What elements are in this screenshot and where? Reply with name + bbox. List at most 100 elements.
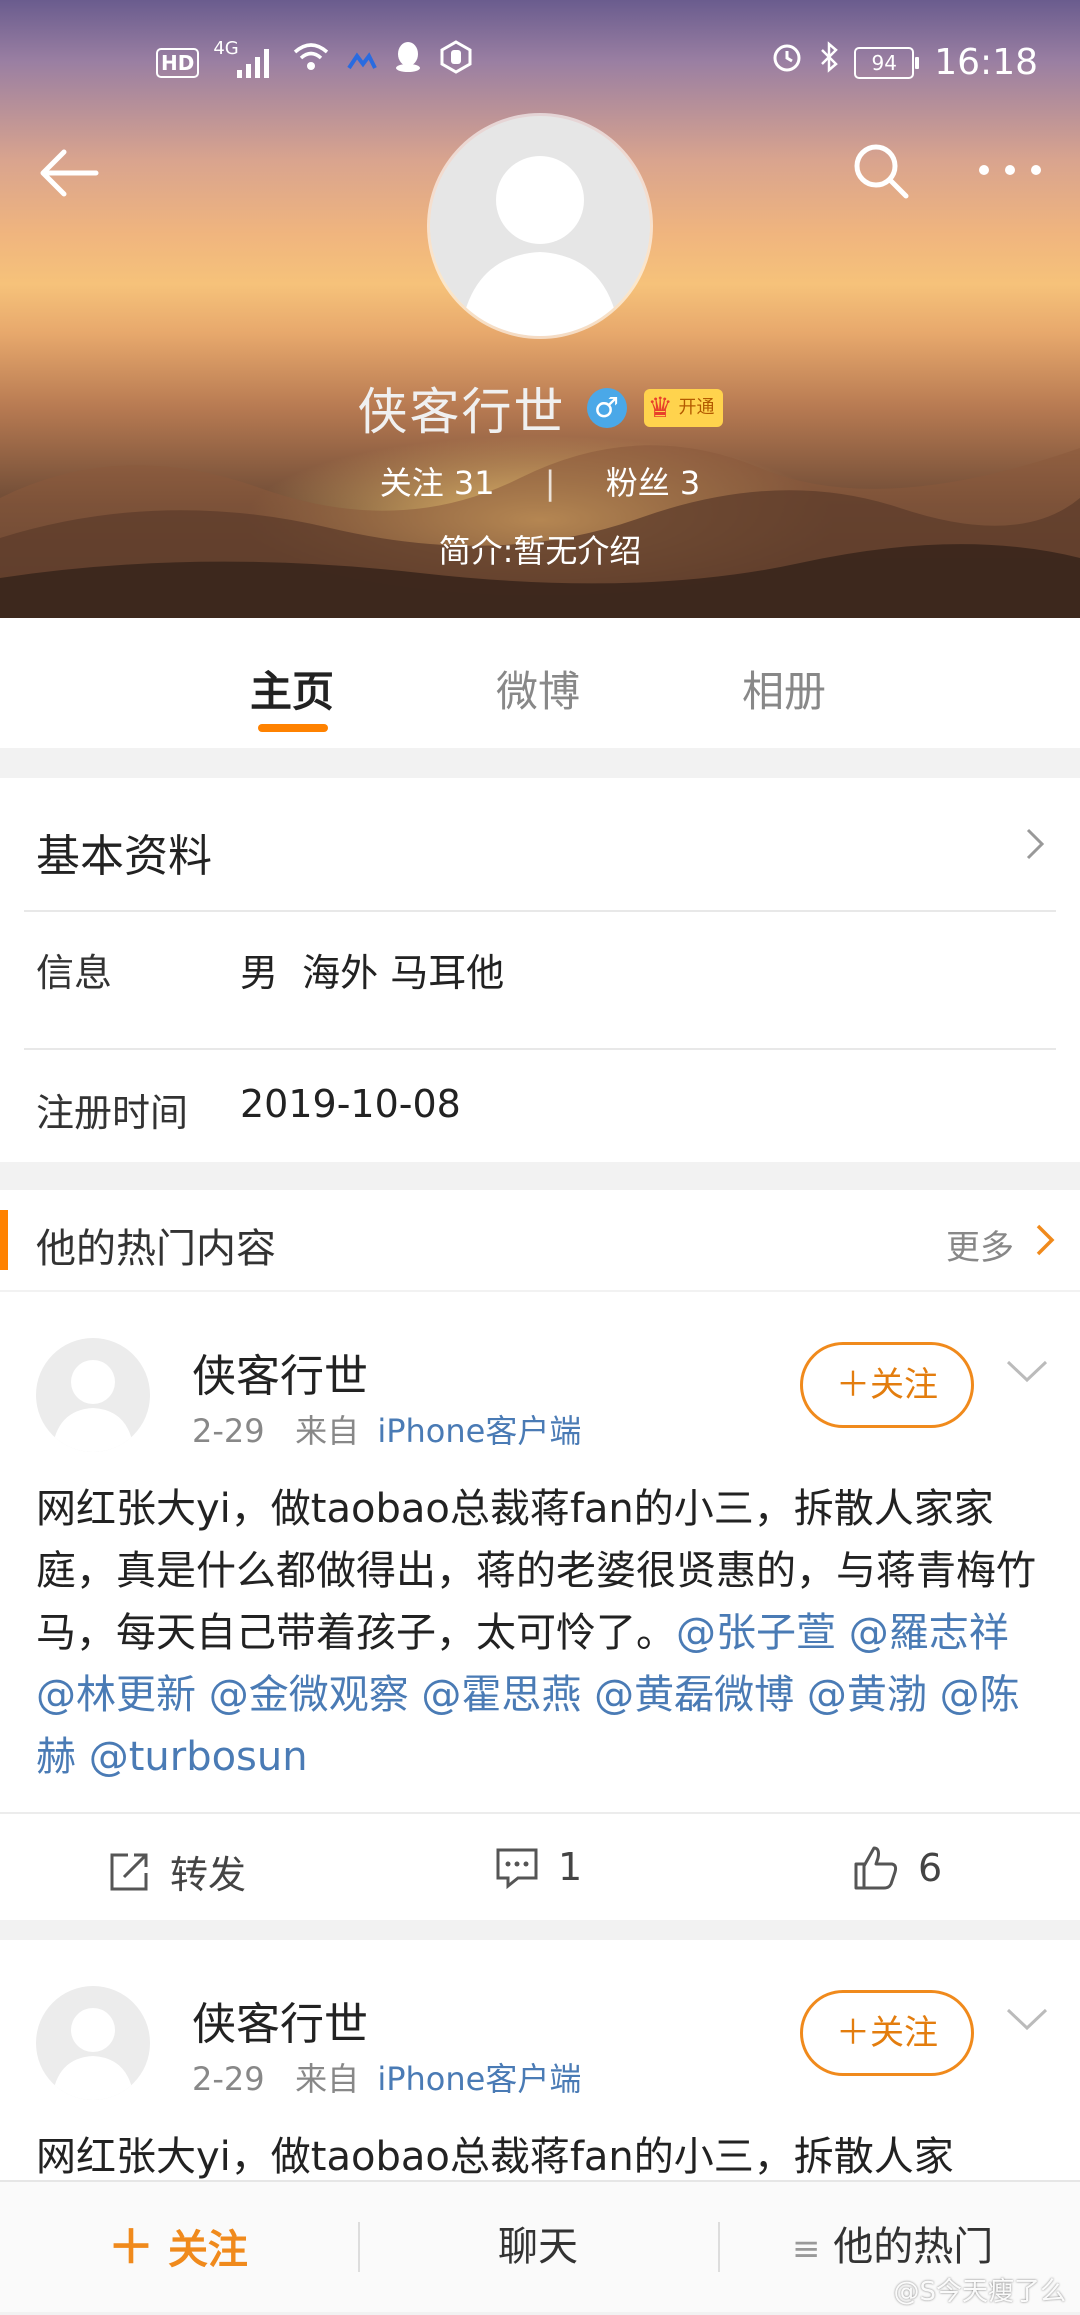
divider <box>24 1048 1056 1050</box>
tab-album[interactable]: 相册 <box>742 658 826 719</box>
follow-label: 关注 <box>870 1365 938 1405</box>
default-avatar-icon <box>460 156 620 336</box>
bottom-action-bar: ＋ 关注 聊天 ≡ 他的热门 @S今天瘦了么 <box>0 2180 1080 2312</box>
post-source[interactable]: iPhone客户端 <box>377 2060 581 2098</box>
profile-tabs: 主页 微博 相册 <box>0 618 1080 748</box>
follow-button[interactable]: ＋关注 <box>800 1342 974 1428</box>
vip-open-badge[interactable]: ♛ 开通 <box>643 389 723 427</box>
bottom-follow-label: 关注 <box>167 2227 248 2273</box>
post-meta: 2-29 来自 iPhone客户端 <box>192 2054 581 2100</box>
comment-icon <box>496 1848 538 1890</box>
profile-header: HD 4G 94 16:18 侠客行世 ♂ ♛ 开通 关注 31 | 粉丝 3 … <box>0 0 1080 618</box>
battery-icon: 94 <box>854 46 920 79</box>
fans-stat[interactable]: 粉丝 3 <box>606 464 701 502</box>
post-from-label: 来自 <box>295 2060 360 2098</box>
crown-icon: ♛ <box>647 391 673 424</box>
thumbs-up-icon <box>854 1846 898 1890</box>
male-gender-icon: ♂ <box>586 388 627 428</box>
search-icon <box>854 144 909 199</box>
post-meta: 2-29 来自 iPhone客户端 <box>192 1406 581 1452</box>
like-button[interactable]: 6 <box>852 1844 942 1892</box>
active-tab-indicator <box>258 724 328 732</box>
vip-label: 开通 <box>678 397 715 418</box>
bottom-follow-button[interactable]: ＋ 关注 <box>108 2182 248 2312</box>
info-value-register-date: 2019-10-08 <box>240 1082 461 1126</box>
post-card: 侠客行世 2-29 来自 iPhone客户端 ＋关注 网红张大yi，做taoba… <box>0 1940 1080 2190</box>
post-author-name[interactable]: 侠客行世 <box>192 1988 368 2052</box>
post-author-avatar[interactable] <box>36 1986 150 2100</box>
app-notification-icon <box>347 43 378 83</box>
hot-content-more-link[interactable]: 更多 <box>946 1220 1014 1269</box>
back-button[interactable] <box>36 140 102 206</box>
default-avatar-icon <box>52 1360 134 1452</box>
post-text[interactable]: 网红张大yi，做taobao总裁蒋fan的小三，拆散人家家庭，真是什么都做得出，… <box>36 1478 1046 1788</box>
post-text[interactable]: 网红张大yi，做taobao总裁蒋fan的小三，拆散人家 <box>36 2126 1046 2188</box>
comment-button[interactable]: 1 <box>494 1844 582 1890</box>
hand-icon <box>439 40 473 85</box>
profile-name-row: 侠客行世 ♂ ♛ 开通 <box>0 372 1080 442</box>
watermark: @S今天瘦了么 <box>893 2277 1066 2307</box>
follow-button[interactable]: ＋关注 <box>800 1990 974 2076</box>
plus-icon: ＋ <box>836 2013 870 2053</box>
plus-icon: ＋ <box>108 2220 154 2274</box>
fans-label: 粉丝 <box>605 464 670 502</box>
chevron-right-icon[interactable] <box>1034 1222 1056 1258</box>
signal-icon: 4G <box>213 38 275 83</box>
plus-icon: ＋ <box>836 1365 870 1405</box>
section-accent-bar <box>0 1210 8 1270</box>
divider <box>718 2222 720 2272</box>
basic-info-card: 基本资料 信息 男 海外 马耳他 注册时间 2019-10-08 <box>0 778 1080 1162</box>
comment-count: 1 <box>558 1845 583 1889</box>
chevron-down-icon[interactable] <box>1004 1356 1050 1386</box>
back-arrow-icon <box>40 149 99 197</box>
search-button[interactable] <box>848 138 914 204</box>
post-date: 2-29 <box>192 2060 265 2098</box>
chat-button[interactable]: 聊天 <box>498 2182 578 2312</box>
his-hot-label: 他的热门 <box>833 2224 994 2270</box>
profile-stats: 关注 31 | 粉丝 3 <box>0 458 1080 504</box>
hd-icon: HD <box>156 47 200 78</box>
repost-icon <box>110 1853 148 1890</box>
info-label-register-date: 注册时间 <box>36 1091 189 1135</box>
qq-icon <box>393 40 423 85</box>
following-label: 关注 <box>379 464 444 502</box>
bluetooth-icon <box>818 40 840 85</box>
default-avatar-icon <box>52 2008 134 2100</box>
hot-content-header: 他的热门内容 更多 <box>0 1190 1080 1290</box>
divider <box>24 910 1056 912</box>
post-card: 侠客行世 2-29 来自 iPhone客户端 ＋关注 网红张大yi，做taoba… <box>0 1292 1080 1920</box>
post-author-name[interactable]: 侠客行世 <box>192 1340 368 1404</box>
profile-bio: 简介:暂无介绍 <box>438 532 642 570</box>
follow-label: 关注 <box>870 2013 938 2053</box>
basic-info-title[interactable]: 基本资料 <box>36 820 212 884</box>
profile-name: 侠客行世 <box>357 383 566 441</box>
hot-content-title: 他的热门内容 <box>36 1226 276 1272</box>
info-value-gender-region: 男 海外 马耳他 <box>240 951 505 995</box>
post-author-avatar[interactable] <box>36 1338 150 1452</box>
status-time: 16:18 <box>934 42 1038 83</box>
more-options-button[interactable] <box>970 150 1050 190</box>
fans-count: 3 <box>679 464 701 502</box>
following-count: 31 <box>453 464 495 502</box>
status-bar: HD 4G 94 16:18 <box>0 30 1080 94</box>
alarm-icon <box>770 40 804 85</box>
info-label-gender-region: 信息 <box>36 951 113 995</box>
repost-label: 转发 <box>170 1853 247 1897</box>
wifi-icon <box>291 40 331 85</box>
more-dots-icon <box>979 165 1041 175</box>
post-date: 2-29 <box>192 1412 265 1450</box>
post-actions: 转发 1 6 <box>0 1812 1080 1922</box>
repost-button[interactable]: 转发 <box>106 1844 246 1899</box>
tab-weibo[interactable]: 微博 <box>496 658 580 719</box>
chevron-down-icon[interactable] <box>1004 2004 1050 2034</box>
stats-divider: | <box>544 464 556 502</box>
divider <box>358 2222 360 2272</box>
chevron-right-icon[interactable] <box>1020 824 1050 864</box>
network-type: 4G <box>213 37 239 59</box>
post-from-label: 来自 <box>295 1412 360 1450</box>
tab-home[interactable]: 主页 <box>250 658 334 719</box>
post-source[interactable]: iPhone客户端 <box>377 1412 581 1450</box>
profile-avatar[interactable] <box>430 116 650 336</box>
following-stat[interactable]: 关注 31 <box>380 464 495 502</box>
menu-icon: ≡ <box>792 2229 821 2269</box>
